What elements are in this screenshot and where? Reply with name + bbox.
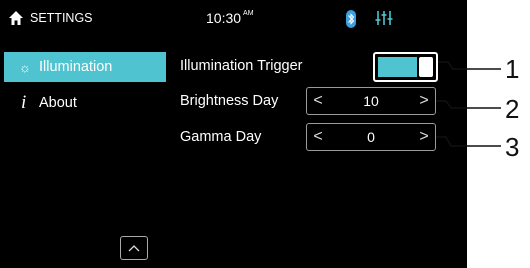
sidebar-item-about[interactable]: i About	[4, 88, 166, 118]
illumination-trigger-label: Illumination Trigger	[180, 58, 303, 74]
equalizer-button[interactable]	[375, 9, 393, 27]
callout-number-3: 3	[505, 132, 520, 162]
toggle-fill	[378, 57, 417, 77]
sidebar-item-label: About	[39, 95, 77, 111]
brightness-day-increment[interactable]: >	[413, 88, 435, 114]
illumination-trigger-toggle[interactable]	[373, 52, 438, 82]
clock-time: 10:30	[206, 10, 242, 26]
sidebar-item-label: Illumination	[39, 59, 113, 75]
clock: 10:30 AM	[206, 10, 254, 26]
brightness-day-decrement[interactable]: <	[307, 88, 329, 114]
info-icon: i	[21, 92, 27, 113]
gamma-day-value: 0	[367, 129, 375, 145]
page-title: SETTINGS	[30, 11, 93, 25]
bluetooth-status[interactable]	[346, 10, 356, 28]
gamma-day-decrement[interactable]: <	[307, 124, 329, 150]
brightness-day-label: Brightness Day	[180, 93, 279, 109]
toggle-knob	[419, 57, 433, 77]
sidebar-item-illumination[interactable]: ☼ Illumination	[4, 52, 166, 82]
home-button[interactable]	[8, 10, 24, 26]
clock-ampm: AM	[243, 10, 254, 17]
brightness-day-value: 10	[363, 93, 379, 109]
sun-icon: ☼	[19, 59, 31, 75]
scroll-up-button[interactable]	[120, 236, 148, 260]
sliders-icon	[375, 11, 393, 25]
bluetooth-icon	[346, 10, 356, 28]
gamma-day-label: Gamma Day	[180, 129, 262, 145]
gamma-day-increment[interactable]: >	[413, 124, 435, 150]
home-icon	[9, 11, 23, 25]
callout-number-1: 1	[505, 54, 520, 84]
callout-number-2: 2	[505, 94, 520, 124]
gamma-day-stepper: < 0 >	[306, 123, 436, 151]
device-screen: SETTINGS 10:30 AM ☼ Illumination i About …	[0, 0, 467, 268]
brightness-day-stepper: < 10 >	[306, 87, 436, 115]
chevron-up-icon	[128, 245, 140, 252]
